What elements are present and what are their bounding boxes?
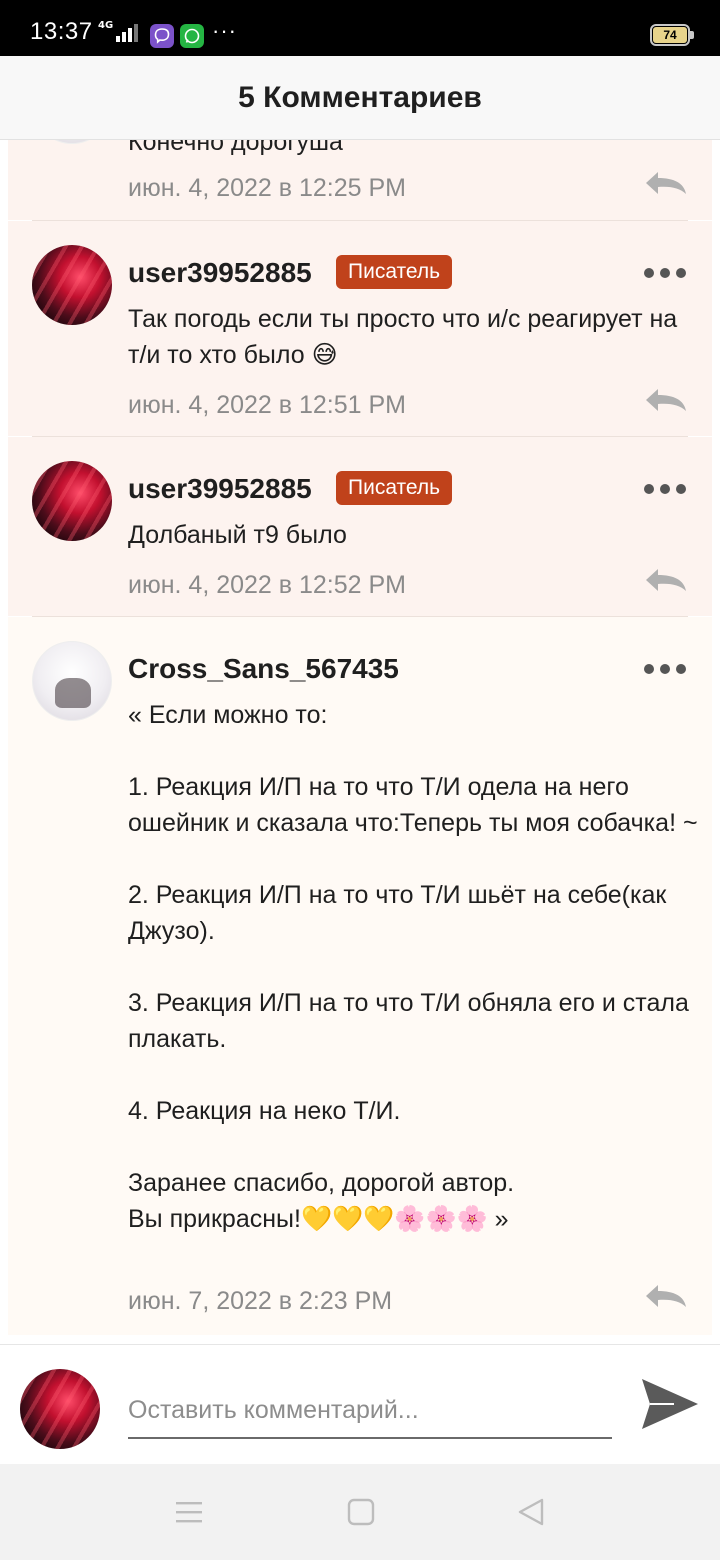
more-options-icon[interactable] xyxy=(644,265,686,279)
comment-item: user39952885 Писатель Долбаный т9 было и… xyxy=(8,437,712,616)
system-nav-bar xyxy=(0,1464,720,1560)
comment-item: Конечно дорогуша июн. 4, 2022 в 12:25 PM xyxy=(8,140,712,220)
writer-badge: Писатель xyxy=(336,471,453,505)
comment-body: Так погодь если ты просто что и/с реагир… xyxy=(128,305,685,369)
comment-body: Конечно дорогуша xyxy=(128,140,343,156)
comment-timestamp: июн. 4, 2022 в 12:51 PM xyxy=(128,391,407,419)
signal-icon: 4G xyxy=(98,20,142,44)
home-icon[interactable] xyxy=(346,1498,376,1526)
comment-username[interactable]: Cross_Sans_567435 xyxy=(128,653,399,685)
comment-timestamp: июн. 4, 2022 в 12:25 PM xyxy=(128,174,407,202)
viber-icon xyxy=(150,24,174,48)
avatar[interactable] xyxy=(32,140,112,144)
comment-item: user39952885 Писатель Так погодь если ты… xyxy=(8,221,712,436)
more-options-icon[interactable] xyxy=(644,481,686,495)
page-title: 5 Комментариев xyxy=(238,81,482,114)
current-user-avatar xyxy=(20,1369,100,1449)
comment-input[interactable] xyxy=(128,1383,612,1439)
writer-badge: Писатель xyxy=(336,255,453,289)
send-icon[interactable] xyxy=(638,1377,700,1431)
more-notifications-icon: ··· xyxy=(212,18,237,43)
comment-timestamp: июн. 7, 2022 в 2:23 PM xyxy=(128,1287,393,1315)
network-type: 4G xyxy=(98,20,114,31)
comments-header: 5 Комментариев xyxy=(0,56,720,140)
status-time: 13:37 xyxy=(30,18,93,45)
battery-tip xyxy=(690,31,694,39)
comment-item: Cross_Sans_567435 « Если можно то: 1. Ре… xyxy=(8,617,712,1335)
avatar[interactable] xyxy=(32,641,112,721)
reply-icon[interactable] xyxy=(644,387,688,413)
comment-timestamp: июн. 4, 2022 в 12:52 PM xyxy=(128,571,407,599)
whatsapp-icon xyxy=(180,24,204,48)
recent-apps-icon[interactable] xyxy=(174,1498,204,1526)
reply-icon[interactable] xyxy=(644,1283,688,1309)
avatar[interactable] xyxy=(32,245,112,325)
comment-composer xyxy=(0,1344,720,1464)
status-bar: 13:37 4G ··· 74 xyxy=(0,0,720,56)
avatar[interactable] xyxy=(32,461,112,541)
back-icon[interactable] xyxy=(516,1498,546,1526)
more-options-icon[interactable] xyxy=(644,661,686,675)
reply-icon[interactable] xyxy=(644,170,688,196)
battery-icon: 74 xyxy=(650,24,690,46)
comment-username[interactable]: user39952885 xyxy=(128,257,312,289)
reply-icon[interactable] xyxy=(644,567,688,593)
comment-body: Долбаный т9 было xyxy=(128,521,347,549)
comments-list[interactable]: Конечно дорогуша июн. 4, 2022 в 12:25 PM… xyxy=(0,140,720,1344)
comment-body: « Если можно то: 1. Реакция И/П на то чт… xyxy=(128,701,698,1233)
comment-username[interactable]: user39952885 xyxy=(128,473,312,505)
battery-level: 74 xyxy=(653,27,687,43)
